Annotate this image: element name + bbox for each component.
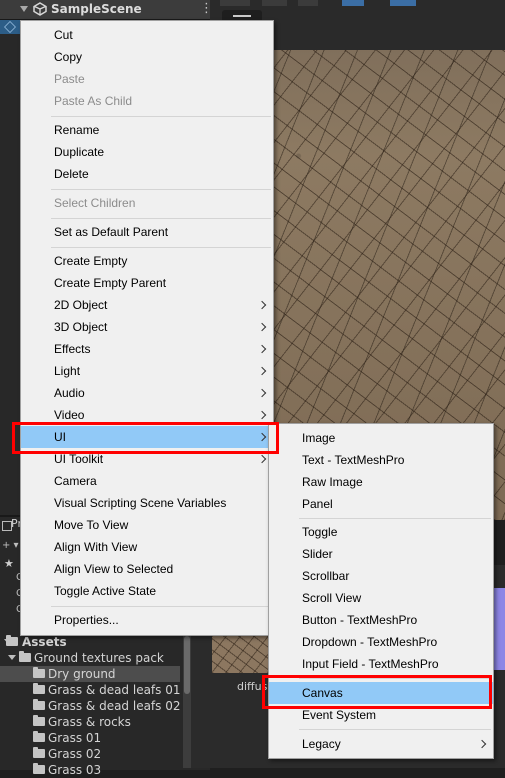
menu-item-select-children[interactable]: Select Children [21,192,273,214]
menu-separator [51,247,271,248]
chevron-right-icon [477,739,487,749]
hierarchy-scene-header[interactable]: SampleScene ⋮ [0,0,218,20]
tree-item-grass-02[interactable]: Grass 02 [0,746,180,762]
folder-icon [33,763,45,774]
submenu-item-legacy[interactable]: Legacy [269,733,493,755]
menu-separator [299,729,491,730]
menu-item-toggle-active-state[interactable]: Toggle Active State [21,580,273,602]
tree-item-grass-dead-leafs-02[interactable]: Grass & dead leafs 02 [0,698,181,714]
submenu-item-canvas[interactable]: Canvas [269,682,493,704]
folder-icon [6,635,18,646]
chevron-right-icon [257,410,267,420]
menu-item-rename[interactable]: Rename [21,119,273,141]
submenu-item-dropdown-textmeshpro[interactable]: Dropdown - TextMeshPro [269,631,493,653]
menu-item-duplicate[interactable]: Duplicate [21,141,273,163]
menu-item-copy[interactable]: Copy [21,46,273,68]
menu-item-ui-toolkit[interactable]: UI Toolkit [21,448,273,470]
unity-scene-icon [33,2,47,16]
menu-separator [51,116,271,117]
folder-icon [33,747,45,758]
tree-item-grass-01[interactable]: Grass 01 [0,730,180,746]
scene-title: SampleScene [51,2,142,16]
expand-arrow-icon[interactable] [20,6,28,12]
tree-item-ground-textures-pack[interactable]: Ground textures pack [0,650,180,666]
tree-item-grass-rocks[interactable]: Grass & rocks [0,714,180,730]
menu-item-align-view-to-selected[interactable]: Align View to Selected [21,558,273,580]
menu-item-camera[interactable]: Camera [21,470,273,492]
submenu-item-text-textmeshpro[interactable]: Text - TextMeshPro [269,449,493,471]
folder-icon [19,651,31,662]
menu-item-2d-object[interactable]: 2D Object [21,294,273,316]
chevron-right-icon [257,366,267,376]
menu-item-visual-scripting-scene-variables[interactable]: Visual Scripting Scene Variables [21,492,273,514]
menu-item-paste-as-child[interactable]: Paste As Child [21,90,273,112]
menu-item-video[interactable]: Video [21,404,273,426]
submenu-item-input-field-textmeshpro[interactable]: Input Field - TextMeshPro [269,653,493,675]
submenu-item-image[interactable]: Image [269,427,493,449]
submenu-item-event-system[interactable]: Event System [269,704,493,726]
submenu-item-toggle[interactable]: Toggle [269,521,493,543]
menu-separator [51,606,271,607]
menu-item-cut[interactable]: Cut [21,24,273,46]
chevron-right-icon [257,344,267,354]
project-tree-scrollbar[interactable] [183,636,191,768]
menu-item-create-empty[interactable]: Create Empty [21,250,273,272]
chevron-right-icon [257,388,267,398]
folder-icon [33,683,45,694]
folder-icon [33,699,45,710]
menu-separator [51,218,271,219]
menu-item-set-default-parent[interactable]: Set as Default Parent [21,221,273,243]
chevron-right-icon [257,454,267,464]
gameobject-icon [4,21,16,33]
menu-item-paste[interactable]: Paste [21,68,273,90]
tree-item-dry-ground[interactable]: Dry ground [0,666,180,682]
chevron-right-icon [257,432,267,442]
menu-item-light[interactable]: Light [21,360,273,382]
hierarchy-context-menu: Cut Copy Paste Paste As Child Rename Dup… [20,20,274,636]
menu-item-create-empty-parent[interactable]: Create Empty Parent [21,272,273,294]
menu-item-ui[interactable]: UI [21,426,273,448]
submenu-item-scrollbar[interactable]: Scrollbar [269,565,493,587]
menu-item-move-to-view[interactable]: Move To View [21,514,273,536]
submenu-item-raw-image[interactable]: Raw Image [269,471,493,493]
menu-item-properties[interactable]: Properties... [21,609,273,631]
folder-icon [33,715,45,726]
chevron-right-icon [257,300,267,310]
submenu-item-panel[interactable]: Panel [269,493,493,515]
folder-icon [33,667,45,678]
ui-submenu: Image Text - TextMeshPro Raw Image Panel… [268,423,494,759]
menu-separator [51,189,271,190]
submenu-item-scroll-view[interactable]: Scroll View [269,587,493,609]
menu-item-audio[interactable]: Audio [21,382,273,404]
menu-separator [299,518,491,519]
menu-item-align-with-view[interactable]: Align With View [21,536,273,558]
tree-item-grass-dead-leafs-01[interactable]: Grass & dead leafs 01 [0,682,181,698]
expand-arrow-icon[interactable] [8,655,16,660]
submenu-item-slider[interactable]: Slider [269,543,493,565]
menu-item-effects[interactable]: Effects [21,338,273,360]
favorites-star-icon[interactable]: ★ [4,557,14,570]
folder-icon [33,731,45,742]
tree-item-assets[interactable]: Assets [0,634,180,650]
menu-separator [299,678,491,679]
chevron-right-icon [257,322,267,332]
menu-item-delete[interactable]: Delete [21,163,273,185]
tree-item-grass-03[interactable]: Grass 03 [0,762,180,778]
plus-icon[interactable]: + ▾ [2,540,19,551]
menu-item-3d-object[interactable]: 3D Object [21,316,273,338]
submenu-item-button-textmeshpro[interactable]: Button - TextMeshPro [269,609,493,631]
